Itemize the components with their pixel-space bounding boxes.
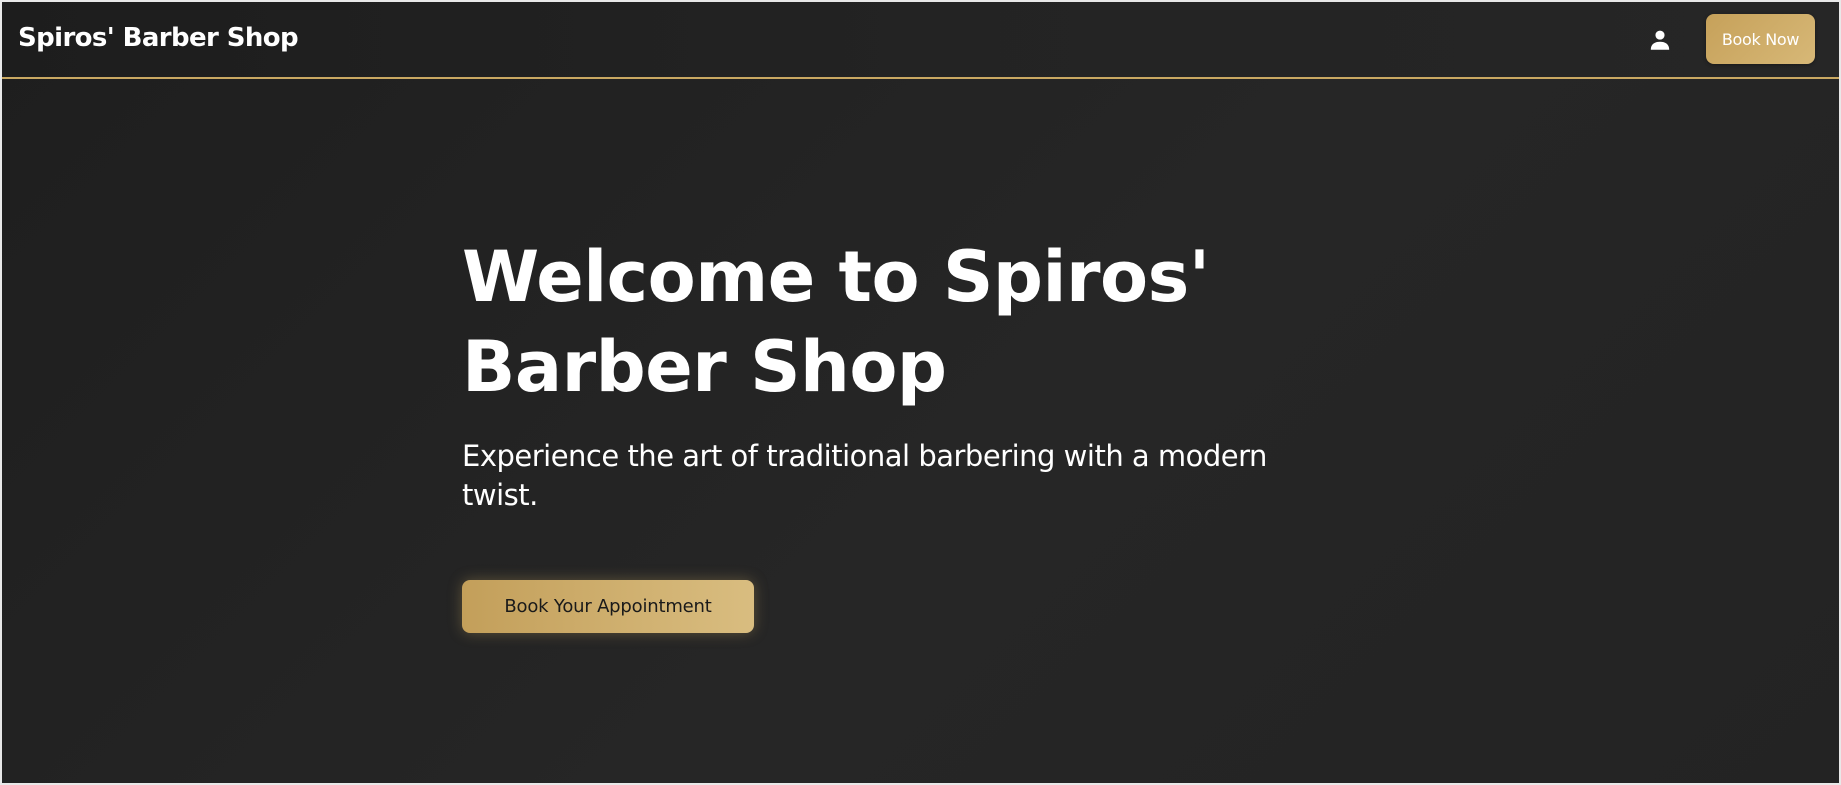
hero-title-line-2: Barber Shop bbox=[462, 326, 947, 408]
book-now-button[interactable]: Book Now bbox=[1706, 14, 1815, 64]
page-frame: Spiros' Barber Shop Book Now Welcome to … bbox=[0, 0, 1841, 785]
book-appointment-button[interactable]: Book Your Appointment bbox=[462, 580, 754, 633]
navbar: Spiros' Barber Shop Book Now bbox=[2, 2, 1839, 79]
hero-section: Welcome to Spiros' Barber Shop Experienc… bbox=[462, 232, 1362, 515]
hero-subtitle: Experience the art of traditional barber… bbox=[462, 439, 1267, 512]
user-icon-svg bbox=[1650, 30, 1670, 50]
hero-title: Welcome to Spiros' Barber Shop bbox=[462, 232, 1362, 412]
user-icon[interactable] bbox=[1647, 27, 1673, 53]
brand-logo-text[interactable]: Spiros' Barber Shop bbox=[18, 20, 299, 56]
hero-title-line-1: Welcome to Spiros' bbox=[462, 236, 1210, 318]
